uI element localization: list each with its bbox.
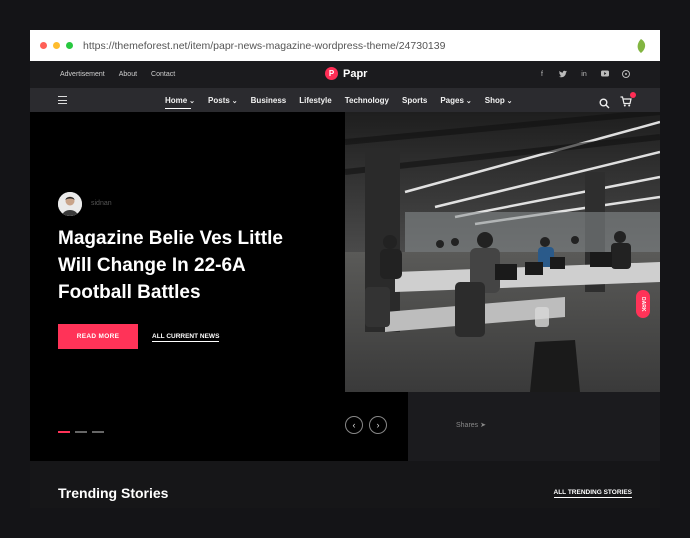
office-photo bbox=[345, 112, 660, 392]
nav-item-label: Business bbox=[250, 95, 287, 105]
dark-mode-toggle[interactable]: DARK bbox=[636, 290, 650, 318]
slide-dot-1[interactable] bbox=[58, 431, 70, 433]
shares-label: Shares bbox=[456, 422, 479, 429]
social-links: f in bbox=[538, 70, 630, 81]
dribbble-icon[interactable] bbox=[622, 70, 630, 81]
nav-item-label: Sports bbox=[402, 95, 428, 105]
linkedin-icon[interactable]: in bbox=[580, 70, 588, 81]
nav-menu: Home ⌄ Posts ⌄ Business Lifestyle Technology… bbox=[165, 88, 526, 112]
all-trending-stories-link[interactable]: ALL TRENDING STORIES bbox=[553, 489, 632, 498]
top-bar: Advertisement About Contact P Papr f in bbox=[30, 61, 660, 88]
all-current-news-link[interactable]: ALL CURRENT NEWS bbox=[152, 333, 220, 342]
nav-item-label: Posts bbox=[208, 95, 230, 105]
nav-item-sports[interactable]: Sports bbox=[402, 96, 427, 105]
read-more-button[interactable]: READ MORE bbox=[58, 324, 138, 349]
nav-item-label: Shop bbox=[484, 95, 505, 105]
browser-window: https://themeforest.net/item/papr-news-m… bbox=[30, 30, 660, 508]
facebook-icon[interactable]: f bbox=[538, 70, 546, 81]
hero-headline[interactable]: Magazine Belie Ves Little Will Change In… bbox=[58, 225, 303, 306]
slider-arrows: ‹ › bbox=[345, 416, 387, 434]
close-dot[interactable] bbox=[40, 42, 47, 49]
url-text[interactable]: https://themeforest.net/item/papr-news-m… bbox=[83, 40, 445, 52]
nav-item-home[interactable]: Home ⌄ bbox=[165, 95, 196, 109]
trending-title: Trending Stories bbox=[58, 485, 169, 501]
author-name[interactable]: sidnan bbox=[91, 200, 112, 207]
youtube-icon[interactable] bbox=[601, 70, 609, 81]
trending-section: Trending Stories ALL TRENDING STORIES bbox=[30, 461, 660, 508]
url-bar[interactable]: https://themeforest.net/item/papr-news-m… bbox=[30, 30, 660, 61]
contact-link[interactable]: Contact bbox=[151, 71, 175, 78]
chevron-down-icon: ⌄ bbox=[504, 97, 513, 105]
slide-dot-2[interactable] bbox=[75, 431, 87, 433]
shares-panel: Shares ➤ bbox=[408, 392, 660, 461]
nav-item-pages[interactable]: Pages ⌄ bbox=[440, 96, 471, 105]
search-icon[interactable] bbox=[599, 98, 610, 109]
maximize-dot[interactable] bbox=[66, 42, 73, 49]
nav-item-label: Pages bbox=[440, 95, 464, 105]
nav-item-business[interactable]: Business bbox=[251, 96, 287, 105]
cart-icon bbox=[620, 96, 632, 107]
shares-button[interactable]: Shares ➤ bbox=[456, 421, 486, 429]
cart-button[interactable] bbox=[620, 92, 636, 112]
nav-item-posts[interactable]: Posts ⌄ bbox=[208, 96, 238, 105]
slide-dot-3[interactable] bbox=[92, 431, 104, 433]
twitter-icon[interactable] bbox=[559, 70, 567, 81]
nav-item-label: Home bbox=[165, 95, 188, 105]
prev-arrow-icon[interactable]: ‹ bbox=[345, 416, 363, 434]
nav-item-label: Technology bbox=[344, 95, 389, 105]
hero-image[interactable]: DARK bbox=[345, 112, 660, 392]
chevron-down-icon: ⌄ bbox=[187, 97, 196, 105]
hamburger-menu-icon[interactable] bbox=[58, 96, 67, 104]
envato-leaf-icon bbox=[637, 39, 646, 53]
author-avatar[interactable] bbox=[58, 192, 82, 216]
next-arrow-icon[interactable]: › bbox=[369, 416, 387, 434]
about-link[interactable]: About bbox=[119, 71, 137, 78]
nav-item-label: Lifestyle bbox=[299, 95, 332, 105]
chevron-down-icon: ⌄ bbox=[229, 97, 238, 105]
minimize-dot[interactable] bbox=[53, 42, 60, 49]
chevron-down-icon: ⌄ bbox=[463, 97, 472, 105]
nav-item-shop[interactable]: Shop ⌄ bbox=[485, 96, 513, 105]
cart-badge bbox=[630, 92, 636, 98]
nav-item-technology[interactable]: Technology bbox=[345, 96, 389, 105]
logo-text: Papr bbox=[343, 67, 368, 80]
window-controls bbox=[40, 42, 73, 49]
nav-item-lifestyle[interactable]: Lifestyle bbox=[299, 96, 331, 105]
hero-content: sidnan Magazine Belie Ves Little Will Ch… bbox=[30, 112, 345, 461]
advertisement-link[interactable]: Advertisement bbox=[60, 71, 105, 78]
logo-mark: P bbox=[325, 67, 338, 80]
share-arrow-icon: ➤ bbox=[480, 422, 487, 429]
site-logo[interactable]: P Papr bbox=[325, 67, 367, 80]
slide-indicators bbox=[58, 431, 104, 433]
main-nav: Home ⌄ Posts ⌄ Business Lifestyle Technology… bbox=[30, 88, 660, 112]
hero-section: sidnan Magazine Belie Ves Little Will Ch… bbox=[30, 112, 660, 461]
